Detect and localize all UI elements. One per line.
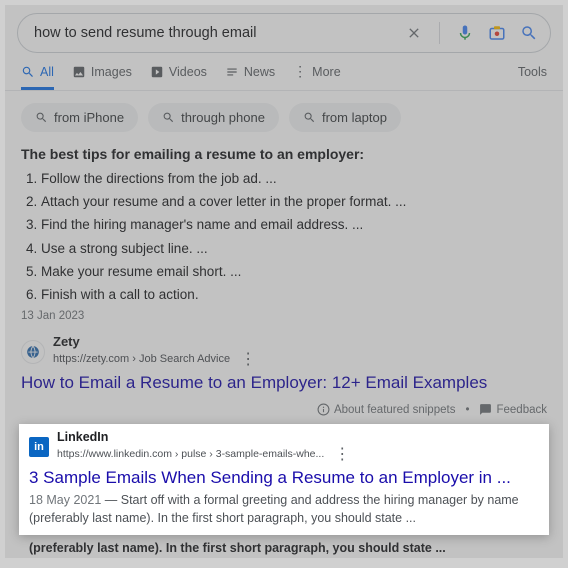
list-item: Use a strong subject line. ... (41, 240, 547, 258)
tab-more[interactable]: ⋮ More (293, 63, 340, 90)
result-linkedin: in LinkedIn https://www.linkedin.com › p… (19, 424, 549, 535)
chip-from-laptop[interactable]: from laptop (289, 103, 401, 132)
chip-label: through phone (181, 110, 265, 125)
list-item: Make your resume email short. ... (41, 263, 547, 281)
tools-button[interactable]: Tools (518, 65, 547, 89)
tab-label: Images (91, 65, 132, 79)
feedback-link[interactable]: Feedback (479, 403, 547, 416)
result-menu-icon[interactable]: ⋮ (330, 444, 354, 464)
zety-favicon-icon (21, 340, 45, 364)
search-input[interactable] (34, 25, 403, 41)
chip-through-phone[interactable]: through phone (148, 103, 279, 132)
more-dots-icon: ⋮ (293, 63, 307, 80)
search-icon[interactable] (518, 22, 540, 44)
result-headline-link[interactable]: 3 Sample Emails When Sending a Resume to… (29, 468, 539, 488)
clear-icon[interactable] (403, 22, 425, 44)
truncated-text: (preferably last name). In the first sho… (5, 535, 563, 555)
tab-label: News (244, 65, 275, 79)
snippet-footer: About featured snippets • Feedback (5, 397, 563, 424)
source-url: https://zety.com › Job Search Advice (53, 353, 230, 365)
result-menu-icon[interactable]: ⋮ (236, 349, 260, 369)
featured-snippet: The best tips for emailing a resume to a… (5, 146, 563, 397)
chip-from-iphone[interactable]: from iPhone (21, 103, 138, 132)
result-description: 18 May 2021 — Start off with a formal gr… (29, 492, 539, 527)
voice-search-icon[interactable] (454, 22, 476, 44)
search-tabs: All Images Videos News ⋮ More Tools (5, 53, 563, 91)
chip-label: from laptop (322, 110, 387, 125)
tab-videos[interactable]: Videos (150, 65, 207, 89)
tab-label: More (312, 65, 340, 79)
image-search-icon[interactable] (486, 22, 508, 44)
snippet-list: Follow the directions from the job ad. .… (21, 170, 547, 304)
list-item: Find the hiring manager's name and email… (41, 216, 547, 234)
search-bar[interactable] (17, 13, 551, 53)
source-name: LinkedIn (57, 430, 354, 444)
list-item: Finish with a call to action. (41, 286, 547, 304)
snippet-headline-link[interactable]: How to Email a Resume to an Employer: 12… (21, 373, 547, 393)
about-snippets-link[interactable]: About featured snippets (334, 404, 455, 416)
snippet-date: 13 Jan 2023 (21, 310, 547, 322)
tab-news[interactable]: News (225, 65, 275, 89)
chip-label: from iPhone (54, 110, 124, 125)
tab-label: All (40, 65, 54, 79)
source-url: https://www.linkedin.com › pulse › 3-sam… (57, 448, 324, 460)
info-icon[interactable]: About featured snippets (317, 403, 455, 416)
linkedin-favicon-icon: in (29, 437, 49, 457)
tab-label: Videos (169, 65, 207, 79)
snippet-source-row: Zety https://zety.com › Job Search Advic… (21, 334, 547, 369)
source-name: Zety (53, 334, 260, 349)
snippet-heading: The best tips for emailing a resume to a… (21, 146, 547, 162)
tab-all[interactable]: All (21, 65, 54, 90)
list-item: Attach your resume and a cover letter in… (41, 193, 547, 211)
tab-images[interactable]: Images (72, 65, 132, 89)
list-item: Follow the directions from the job ad. .… (41, 170, 547, 188)
suggestion-chips: from iPhone through phone from laptop (5, 91, 563, 146)
